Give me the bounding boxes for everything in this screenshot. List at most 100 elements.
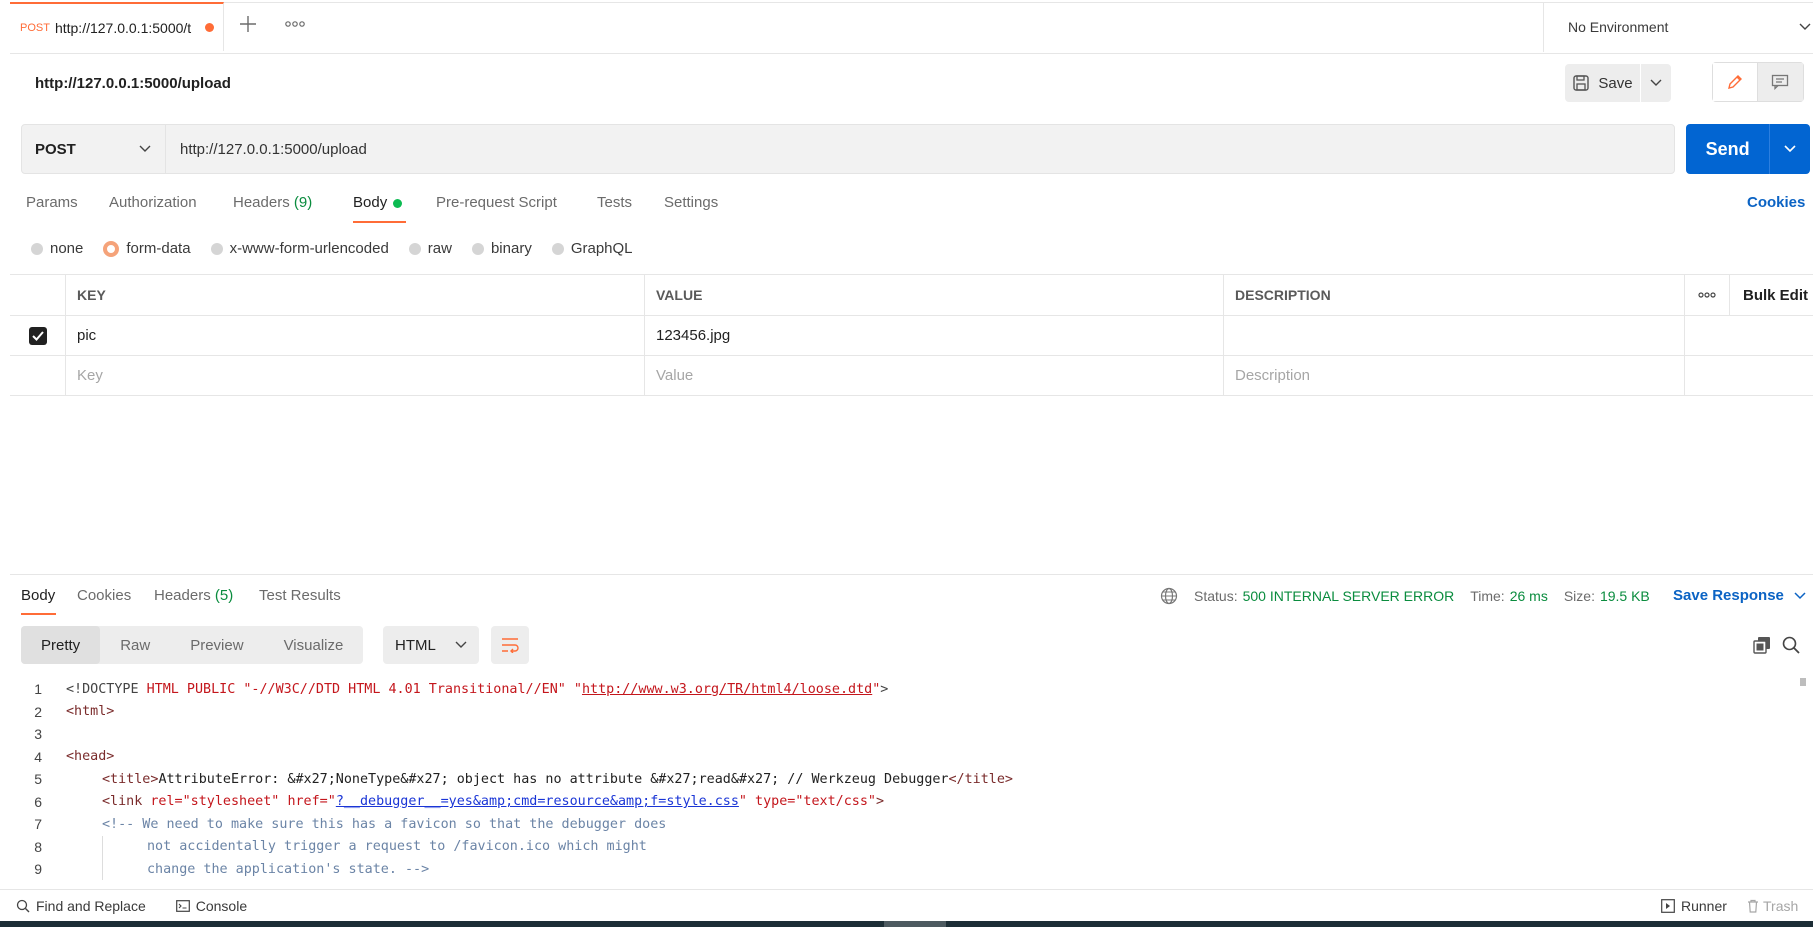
console-button[interactable]: Console	[175, 898, 247, 914]
radio-form-data[interactable]: form-data	[103, 240, 191, 257]
response-tab-cookies[interactable]: Cookies	[77, 587, 131, 604]
tab-params[interactable]: Params	[26, 194, 78, 211]
comments-button[interactable]	[1757, 63, 1803, 101]
view-pretty[interactable]: Pretty	[21, 626, 101, 664]
body-type-radio-group: none form-data x-www-form-urlencoded raw…	[31, 240, 653, 257]
line-number: 9	[34, 861, 42, 878]
value-input[interactable]: Value	[645, 356, 1224, 395]
code-token: HTML PUBLIC	[146, 681, 244, 697]
response-tab-body[interactable]: Body	[21, 587, 55, 604]
radio-label: GraphQL	[570, 240, 633, 257]
description-input[interactable]: Description	[1224, 356, 1685, 395]
code-token: >	[880, 681, 889, 697]
line-number: 5	[34, 771, 42, 788]
tab-settings[interactable]: Settings	[664, 194, 718, 211]
code-line: 2 <html>	[10, 701, 1800, 724]
size-value[interactable]: 19.5 KB	[1600, 588, 1650, 604]
response-tab-test-results[interactable]: Test Results	[259, 587, 341, 604]
wrap-lines-button[interactable]	[491, 626, 529, 664]
language-label: HTML	[395, 636, 436, 654]
tab-authorization[interactable]: Authorization	[109, 194, 197, 211]
runner-label: Runner	[1681, 898, 1727, 914]
description-cell[interactable]	[1224, 316, 1685, 355]
pane-divider[interactable]	[10, 574, 1813, 575]
url-bar: POST http://127.0.0.1:5000/upload	[21, 124, 1675, 174]
os-taskbar-active-item[interactable]	[884, 921, 946, 927]
code-token: <!DOCTYPE	[66, 681, 147, 697]
save-button[interactable]: Save	[1565, 64, 1640, 102]
line-number: 8	[34, 838, 42, 855]
code-link[interactable]: ?__debugger__=yes&amp;cmd=resource&amp;f…	[336, 794, 739, 809]
method-select[interactable]: POST	[22, 125, 166, 173]
radio-circle	[31, 242, 43, 255]
save-response-button[interactable]: Save Response	[1673, 587, 1806, 604]
send-options-button[interactable]	[1769, 124, 1810, 174]
bulk-edit-button[interactable]: Bulk Edit	[1730, 275, 1813, 315]
key-input[interactable]: Key	[66, 356, 645, 395]
view-raw[interactable]: Raw	[100, 626, 170, 664]
key-cell[interactable]: pic	[66, 316, 645, 355]
code-token: "text/css"	[795, 794, 876, 810]
row-checkbox-cell	[10, 316, 66, 355]
code-scrollbar[interactable]	[1800, 678, 1806, 686]
code-token: href=	[287, 794, 328, 810]
radio-none[interactable]: none	[31, 240, 83, 257]
save-icon	[1572, 74, 1590, 92]
code-token: </title>	[948, 771, 1014, 787]
cookies-link[interactable]: Cookies	[1747, 194, 1805, 211]
language-select[interactable]: HTML	[383, 626, 479, 664]
code-line: 9 change the application's state. -->	[10, 858, 1800, 881]
radio-raw[interactable]: raw	[408, 240, 452, 257]
form-data-table: KEY VALUE DESCRIPTION Bulk Edit pic 1234…	[10, 274, 1813, 396]
url-input[interactable]: http://127.0.0.1:5000/upload	[166, 141, 367, 158]
radio-x-www-form-urlencoded[interactable]: x-www-form-urlencoded	[210, 240, 389, 257]
edit-mode-button[interactable]	[1713, 63, 1758, 101]
runner-icon	[1661, 899, 1675, 913]
code-line: 5 <title> AttributeError: &#x27;NoneType&#…	[10, 768, 1800, 791]
view-preview[interactable]: Preview	[170, 626, 263, 664]
radio-binary[interactable]: binary	[471, 240, 532, 257]
view-visualize[interactable]: Visualize	[264, 626, 364, 664]
tab-body[interactable]: Body	[353, 194, 403, 211]
runner-button[interactable]: Runner	[1661, 898, 1727, 914]
row-filler	[1685, 356, 1813, 395]
code-token: "	[738, 794, 756, 810]
save-label: Save	[1598, 74, 1633, 92]
code-token: AttributeError: &#x27;NoneType&#x27; obj…	[158, 771, 949, 787]
tab-pre-request-script[interactable]: Pre-request Script	[436, 194, 557, 211]
tab-headers[interactable]: Headers (9)	[233, 194, 312, 211]
radio-circle	[551, 242, 564, 255]
time-value[interactable]: 26 ms	[1510, 588, 1548, 604]
save-options-button[interactable]	[1640, 64, 1671, 102]
more-tabs-icon[interactable]	[285, 20, 305, 28]
copy-icon[interactable]	[1752, 635, 1772, 655]
tab-tests[interactable]: Tests	[597, 194, 632, 211]
trash-button[interactable]: Trash	[1747, 898, 1798, 914]
row-filler	[1685, 316, 1813, 355]
request-tab[interactable]: POST http://127.0.0.1:5000/t	[10, 2, 224, 51]
request-tab-method: POST	[20, 21, 50, 34]
status-value[interactable]: 500 INTERNAL SERVER ERROR	[1243, 588, 1455, 604]
pencil-icon	[1727, 75, 1742, 89]
radio-circle-selected	[103, 240, 120, 257]
line-number: 1	[34, 681, 42, 698]
code-token: type=	[755, 794, 796, 810]
new-tab-plus-icon[interactable]	[238, 14, 258, 34]
more-options-button[interactable]	[1685, 275, 1730, 315]
code-line: 3	[10, 723, 1800, 746]
code-token: "stylesheet"	[182, 794, 288, 810]
request-title[interactable]: http://127.0.0.1:5000/upload	[35, 75, 231, 92]
row-checkbox[interactable]	[28, 326, 47, 345]
request-tab-url: http://127.0.0.1:5000/t	[54, 19, 192, 36]
environment-selector[interactable]: No Environment	[1543, 2, 1813, 52]
value-cell[interactable]: 123456.jpg	[645, 316, 1224, 355]
response-code-viewer[interactable]: 1 <!DOCTYPE HTML PUBLIC "-//W3C//DTD HTML…	[10, 678, 1800, 881]
find-replace-button[interactable]: Find and Replace	[16, 898, 146, 914]
globe-icon[interactable]	[1160, 587, 1178, 605]
search-icon[interactable]	[1781, 635, 1801, 655]
response-tab-headers[interactable]: Headers (5)	[154, 587, 233, 604]
code-link[interactable]: http://www.w3.org/TR/html4/loose.dtd	[582, 682, 872, 697]
radio-graphql[interactable]: GraphQL	[551, 240, 633, 257]
radio-label: none	[50, 240, 84, 257]
send-button[interactable]: Send	[1686, 124, 1769, 174]
